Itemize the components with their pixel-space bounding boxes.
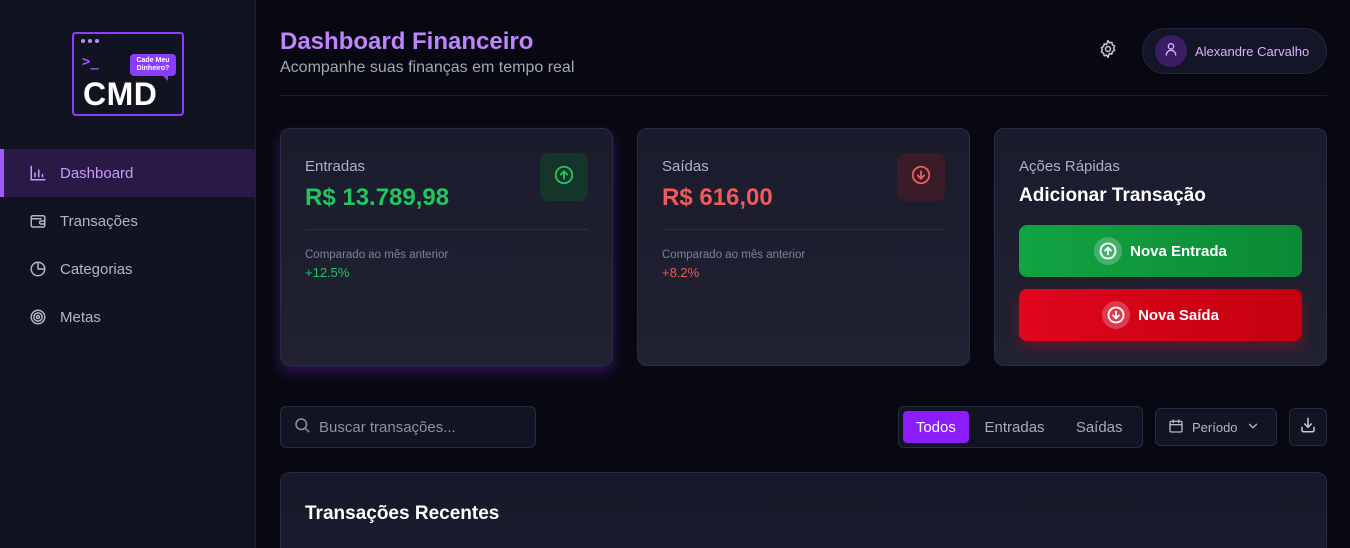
expense-comparison-note: Comparado ao mês anterior [662,249,806,261]
recent-transactions-title: Transações Recentes [305,503,500,524]
window-dots-icon [81,39,99,43]
income-delta: +12.5% [305,265,350,280]
income-card: Entradas R$ 13.789,98 Comparado ao mês a… [280,128,613,366]
arrow-down-circle-icon [1102,301,1131,329]
sidebar-item-metas[interactable]: Metas [0,293,255,341]
sidebar-item-label: Transações [60,212,138,230]
expense-value: R$ 616,00 [662,184,773,211]
income-comparison-note: Comparado ao mês anterior [305,249,449,261]
search-box [280,406,536,448]
logo-bubble-line2: Dinheiro? [136,65,170,72]
arrow-down-circle-icon [910,164,932,191]
bar-chart-icon [28,163,48,183]
pie-chart-icon [28,259,48,279]
filter-income[interactable]: Entradas [969,411,1061,443]
avatar [1155,35,1187,67]
page-title: Dashboard Financeiro [280,28,534,55]
user-icon [1163,41,1179,62]
sidebar-item-label: Dashboard [60,164,134,182]
card-divider [305,229,588,230]
new-expense-label: Nova Saída [1138,306,1219,324]
quick-actions-label: Ações Rápidas [1019,158,1120,175]
recent-transactions-panel: Transações Recentes [280,472,1327,548]
sidebar-item-transacoes[interactable]: Transações [0,197,255,245]
sidebar-item-label: Categorias [60,260,133,278]
chevron-down-icon [1246,419,1260,436]
sidebar: >_ Cade Meu Dinheiro? CMD Dashboard Tran… [0,0,256,548]
period-dropdown[interactable]: Período [1155,408,1277,446]
search-icon [293,416,311,439]
wallet-icon [28,211,48,231]
sidebar-item-categorias[interactable]: Categorias [0,245,255,293]
sidebar-nav: Dashboard Transações Categorias Metas [0,149,255,341]
expense-delta: +8.2% [662,265,700,280]
logo-bubble-line1: Cade Meu [136,57,170,64]
terminal-prompt-icon: >_ [82,54,99,70]
cmd-logo[interactable]: >_ Cade Meu Dinheiro? CMD [72,32,184,116]
filter-expense[interactable]: Saídas [1060,411,1138,443]
quick-actions-title: Adicionar Transação [1019,185,1206,206]
calendar-icon [1168,418,1184,437]
quick-actions-card: Ações Rápidas Adicionar Transação Nova E… [994,128,1327,366]
logo-wordmark: CMD [83,76,158,112]
page-subtitle: Acompanhe suas finanças em tempo real [280,59,575,76]
filter-all[interactable]: Todos [903,411,969,443]
expense-card: Saídas R$ 616,00 Comparado ao mês anteri… [637,128,970,366]
target-icon [28,307,48,327]
income-value: R$ 13.789,98 [305,184,450,211]
period-label: Período [1192,419,1238,435]
expense-icon-box [897,153,945,201]
arrow-up-circle-icon [1094,237,1123,265]
expense-label: Saídas [662,158,709,175]
export-button[interactable] [1289,408,1327,446]
user-menu[interactable]: Alexandre Carvalho [1142,28,1327,74]
logo-speech-bubble: Cade Meu Dinheiro? [130,54,176,81]
income-icon-box [540,153,588,201]
search-input[interactable] [319,418,519,436]
user-name: Alexandre Carvalho [1195,43,1310,59]
new-expense-button[interactable]: Nova Saída [1019,289,1302,341]
arrow-up-circle-icon [553,164,575,191]
download-icon [1299,416,1317,439]
card-divider [662,229,945,230]
sidebar-item-label: Metas [60,308,101,326]
new-income-label: Nova Entrada [1130,242,1227,260]
settings-button[interactable] [1096,39,1120,63]
transaction-type-filter: Todos Entradas Saídas [898,406,1143,448]
sidebar-item-dashboard[interactable]: Dashboard [0,149,255,197]
income-label: Entradas [305,158,366,175]
header-divider [280,95,1327,96]
gear-icon [1098,39,1118,64]
new-income-button[interactable]: Nova Entrada [1019,225,1302,277]
